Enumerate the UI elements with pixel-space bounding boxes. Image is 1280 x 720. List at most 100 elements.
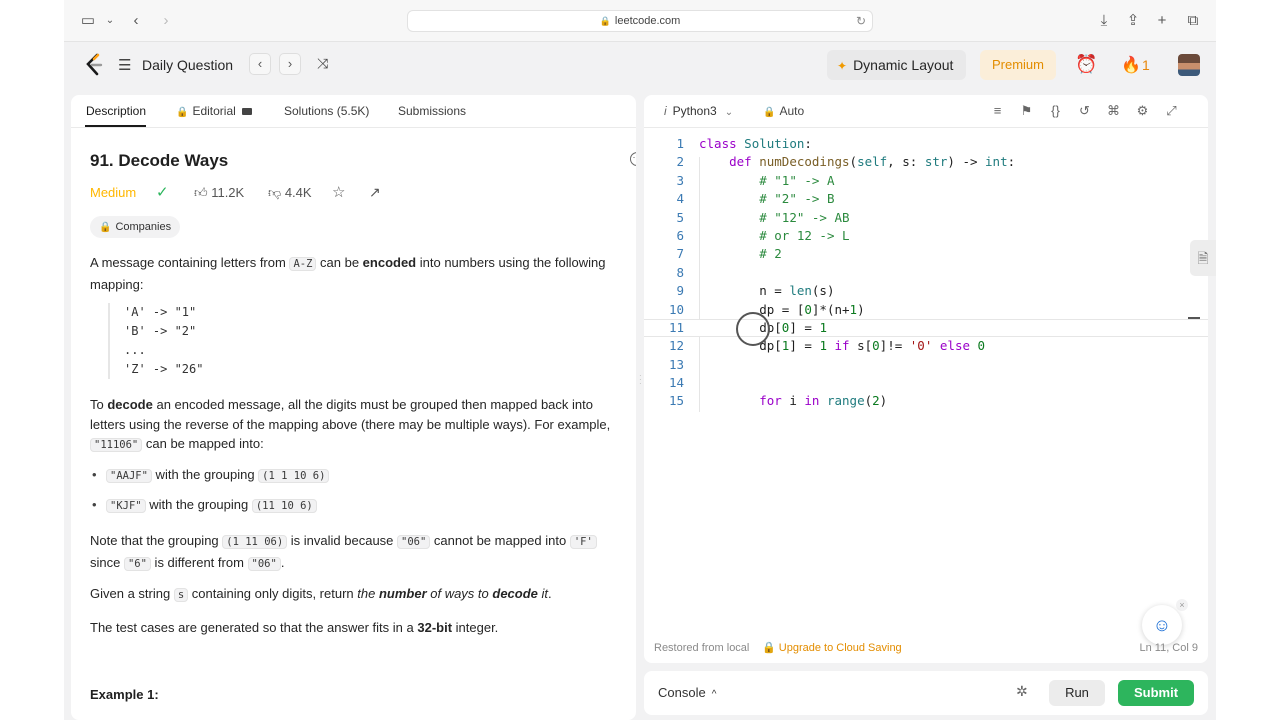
alarm-clock-icon[interactable]: ⏰ (1075, 54, 1097, 75)
new-tab-icon[interactable]: + (1152, 11, 1172, 31)
leetcode-logo[interactable] (84, 53, 104, 77)
lock-icon: 🔒 (763, 107, 776, 118)
line-number: 9 (676, 283, 684, 299)
language-select[interactable]: i Python3 ⌄ (664, 104, 733, 118)
console-toggle[interactable]: Console ^ (658, 685, 716, 700)
text: . (280, 554, 285, 570)
inline-code: (1 11 06) (222, 535, 288, 549)
code-line[interactable]: 2 def numDecodings(self, s: str) -> int: (644, 153, 1208, 171)
chat-assistant-button[interactable]: ☺ (1142, 605, 1182, 645)
dynamic-layout-button[interactable]: ✦ Dynamic Layout (827, 50, 966, 80)
companies-tag[interactable]: 🔒 Companies (90, 216, 181, 238)
upgrade-cloud-saving-link[interactable]: 🔒 Upgrade to Cloud Saving (762, 641, 902, 654)
close-chat-icon[interactable]: × (1176, 599, 1188, 611)
code-text[interactable]: # or 12 -> L (699, 227, 849, 245)
italic-text: of ways to (426, 586, 493, 601)
code-line[interactable]: 13 (644, 356, 1208, 374)
more-options-icon[interactable]: ⋯ (630, 152, 636, 166)
star-icon[interactable]: ☆ (332, 183, 345, 201)
tab-solutions[interactable]: Solutions (5.5K) (284, 104, 369, 118)
code-text[interactable]: dp = [0]*(n+1) (699, 301, 864, 319)
page-margin-left (0, 0, 64, 720)
code-text[interactable]: for i in range(2) (699, 392, 887, 410)
code-area[interactable]: 1 class Solution: 2 def numDecodings(self,… (644, 135, 1208, 411)
submit-button[interactable]: Submit (1118, 680, 1194, 706)
prev-question-button[interactable]: ‹ (249, 53, 271, 75)
sidebar-toggle-icon[interactable]: ▭ (78, 11, 98, 31)
debug-bug-icon[interactable]: ✲ (1016, 683, 1028, 700)
description-tabs: Description 🔒 Editorial Solutions (5.5K) … (71, 95, 636, 128)
code-text[interactable]: n = len(s) (699, 282, 834, 300)
code-text[interactable]: # "2" -> B (699, 190, 834, 208)
inline-code: (11 10 6) (251, 499, 317, 513)
line-number: 7 (676, 246, 684, 262)
bookmark-icon[interactable]: ⚑ (1012, 103, 1041, 119)
code-line[interactable]: 12 dp[1] = 1 if s[0]!= '0' else 0 (644, 337, 1208, 355)
code-line[interactable]: 9 n = len(s) (644, 282, 1208, 300)
text: The test cases are generated so that the… (90, 620, 418, 635)
reset-icon[interactable]: ↺ (1070, 103, 1099, 119)
inline-code: "AAJF" (106, 469, 152, 483)
code-line[interactable]: 6 # or 12 -> L (644, 227, 1208, 245)
code-text[interactable]: # "1" -> A (699, 172, 834, 190)
download-icon[interactable]: ⤓ (1094, 11, 1114, 31)
braces-icon[interactable]: {} (1041, 103, 1070, 118)
code-line[interactable]: 14 (644, 374, 1208, 392)
code-text[interactable]: class Solution: (699, 135, 812, 153)
flame-icon[interactable]: 🔥 (1121, 55, 1141, 75)
code-text[interactable]: def numDecodings(self, s: str) -> int: (699, 153, 1015, 171)
forward-icon[interactable]: › (156, 11, 176, 31)
code-line[interactable]: 1 class Solution: (644, 135, 1208, 153)
share-link-icon[interactable]: ↗ (369, 184, 381, 201)
auto-mode-toggle[interactable]: 🔒 Auto (763, 104, 804, 118)
inline-code: "6" (123, 556, 151, 571)
shuffle-icon[interactable]: ⤨ (317, 55, 328, 72)
mapping-line: 'Z' -> "26" (124, 362, 204, 376)
reload-icon[interactable]: ↻ (856, 11, 866, 31)
line-number: 15 (668, 393, 684, 409)
paragraph-constraints: The test cases are generated so that the… (90, 618, 620, 638)
like-button[interactable]: 👍︎ 11.2K (194, 185, 244, 201)
code-line[interactable]: 5 # "12" -> AB (644, 209, 1208, 227)
page-title: 91. Decode Ways (90, 151, 229, 170)
format-icon[interactable]: ≡ (983, 103, 1012, 118)
expand-icon[interactable]: ⤢ (1157, 103, 1186, 119)
address-bar[interactable]: 🔒 leetcode.com ↻ (407, 10, 873, 32)
line-number: 5 (676, 209, 684, 225)
code-line[interactable]: 8 (644, 264, 1208, 282)
daily-question-link[interactable]: Daily Question (142, 57, 233, 73)
code-line[interactable]: 4 # "2" -> B (644, 190, 1208, 208)
code-text[interactable]: # 2 (699, 245, 782, 263)
sparkle-icon: ✦ (837, 59, 848, 73)
code-text[interactable]: # "12" -> AB (699, 209, 849, 227)
panel-resize-handle[interactable]: · · · (639, 372, 642, 388)
problem-list-icon[interactable]: ☰ (118, 56, 131, 74)
settings-gear-icon[interactable]: ⚙ (1128, 103, 1157, 119)
chevron-up-icon: ^ (711, 689, 717, 700)
premium-button[interactable]: Premium (980, 50, 1056, 80)
share-icon[interactable]: ⇪ (1123, 11, 1143, 31)
tab-editorial[interactable]: 🔒 Editorial (176, 104, 252, 118)
text: can be (316, 255, 363, 270)
tab-description[interactable]: Description (86, 104, 146, 118)
tab-submissions[interactable]: Submissions (398, 104, 466, 118)
shortcut-icon[interactable]: ⌘ (1099, 103, 1128, 119)
next-question-button[interactable]: › (279, 53, 301, 75)
line-number: 11 (668, 319, 684, 335)
tab-overview-icon[interactable]: ⧉ (1183, 11, 1203, 31)
dislike-button[interactable]: 👎︎ 4.4K (268, 185, 312, 201)
code-line[interactable]: 7 # 2 (644, 245, 1208, 263)
notes-file-icon[interactable]: 🗎 (1190, 240, 1216, 276)
code-line[interactable]: 11 dp[0] = 1 (644, 318, 1208, 338)
avatar[interactable] (1178, 54, 1200, 76)
run-button[interactable]: Run (1049, 680, 1105, 706)
chevron-down-icon[interactable]: ⌄ (100, 11, 120, 31)
dynamic-layout-label: Dynamic Layout (853, 57, 954, 73)
back-icon[interactable]: ‹ (126, 11, 146, 31)
dislike-count: 4.4K (284, 185, 312, 200)
code-line[interactable]: 15 for i in range(2) (644, 392, 1208, 410)
mapping-line: 'A' -> "1" (124, 305, 197, 319)
code-line[interactable]: 10 dp = [0]*(n+1) (644, 301, 1208, 319)
editor-actions: ≡ ⚑{} ↺ ⌘ ⚙ ⤢ (983, 103, 1186, 119)
code-line[interactable]: 3 # "1" -> A (644, 172, 1208, 190)
